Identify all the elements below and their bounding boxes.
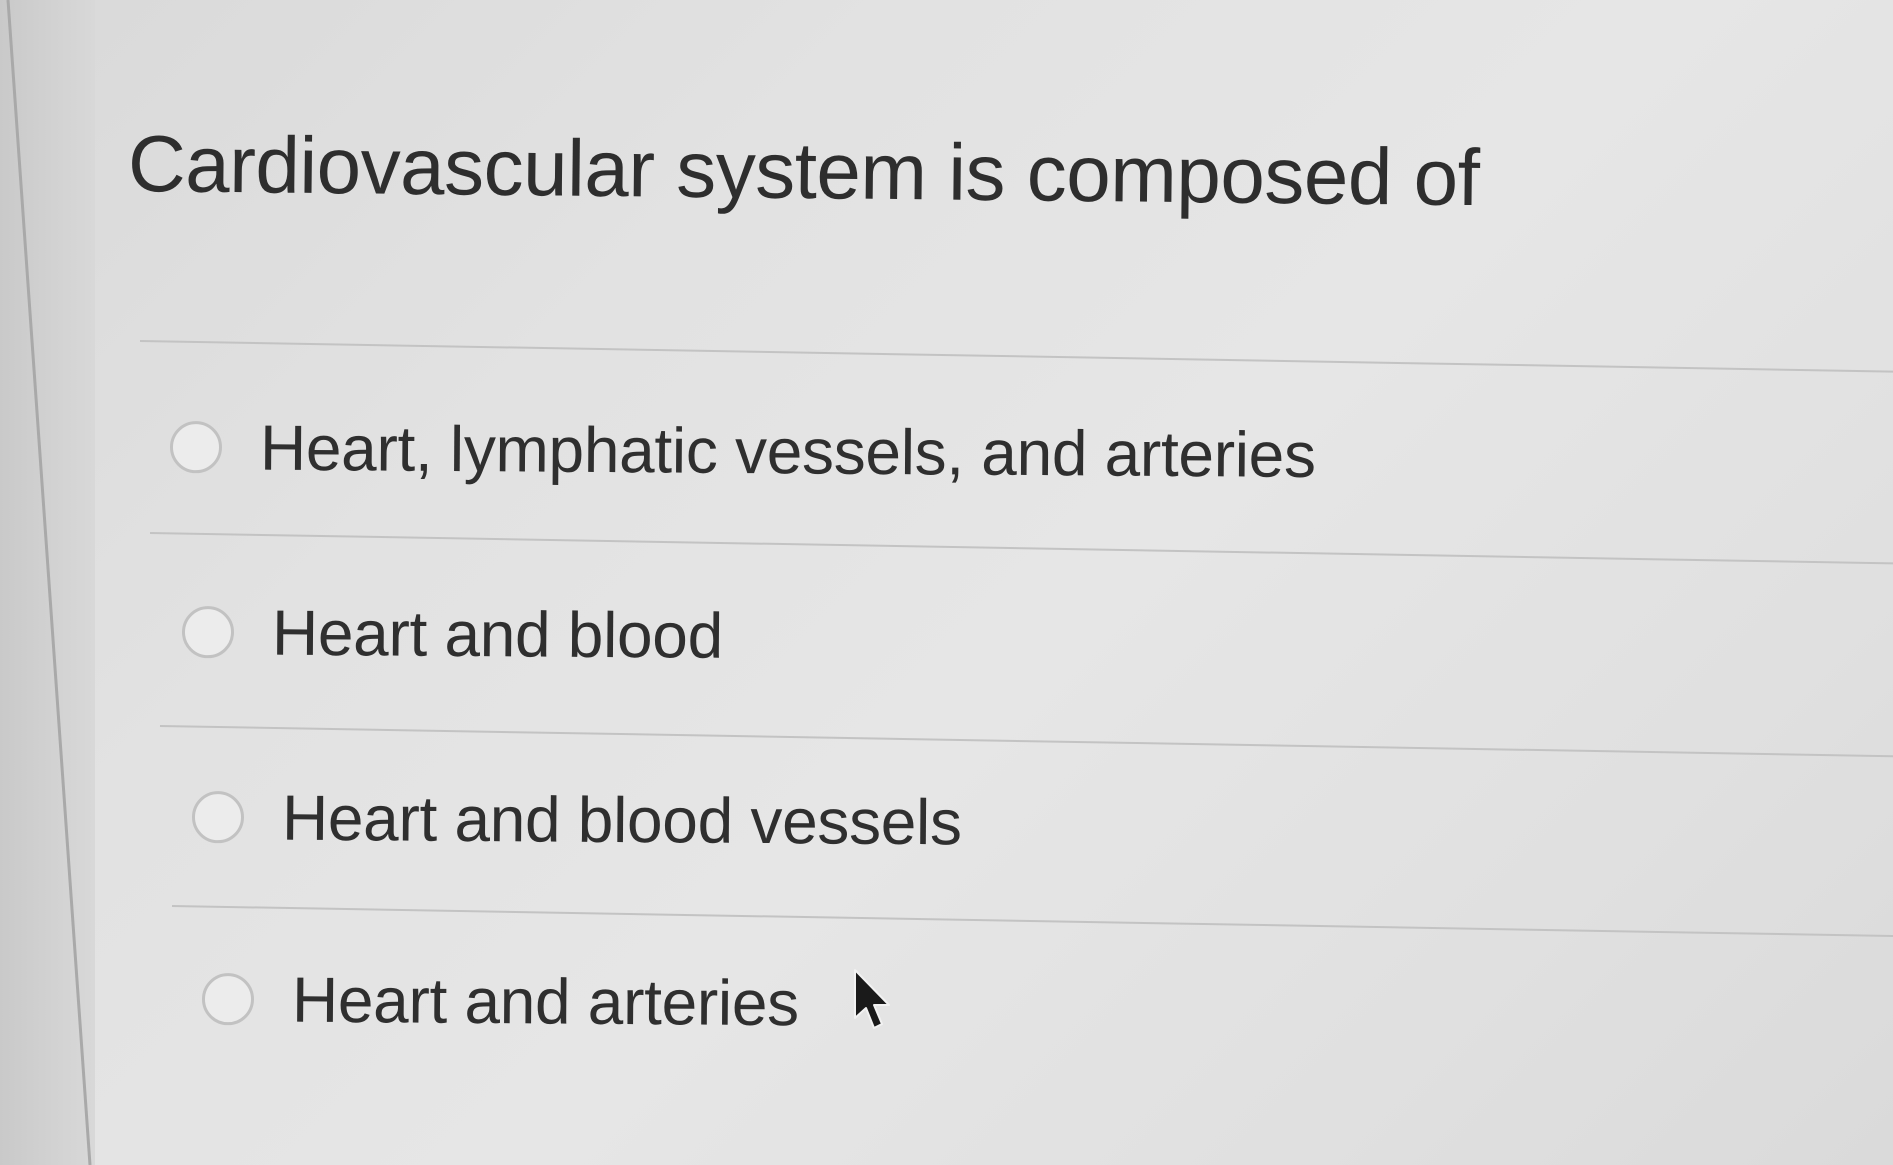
divider [159, 725, 1893, 758]
answer-option-1[interactable]: Heart, lymphatic vessels, and arteries [169, 410, 1316, 492]
divider [139, 340, 1893, 373]
answer-option-3[interactable]: Heart and blood vessels [191, 780, 962, 859]
radio-unchecked-icon[interactable] [181, 606, 235, 659]
mouse-pointer-icon [854, 969, 890, 1029]
question-card: Cardiovascular system is composed of Hea… [0, 0, 1893, 1165]
divider [171, 905, 1893, 938]
radio-unchecked-icon[interactable] [201, 973, 255, 1026]
radio-unchecked-icon[interactable] [169, 421, 223, 474]
answer-option-label: Heart, lymphatic vessels, and arteries [259, 411, 1316, 491]
answer-option-label: Heart and blood [271, 596, 724, 672]
divider [149, 532, 1893, 565]
answer-option-2[interactable]: Heart and blood [181, 595, 724, 673]
question-text: Cardiovascular system is composed of [127, 119, 1480, 223]
answer-option-label: Heart and blood vessels [281, 781, 962, 859]
answer-option-4[interactable]: Heart and arteries [201, 962, 800, 1040]
answer-option-label: Heart and arteries [291, 963, 800, 1040]
radio-unchecked-icon[interactable] [191, 791, 245, 844]
